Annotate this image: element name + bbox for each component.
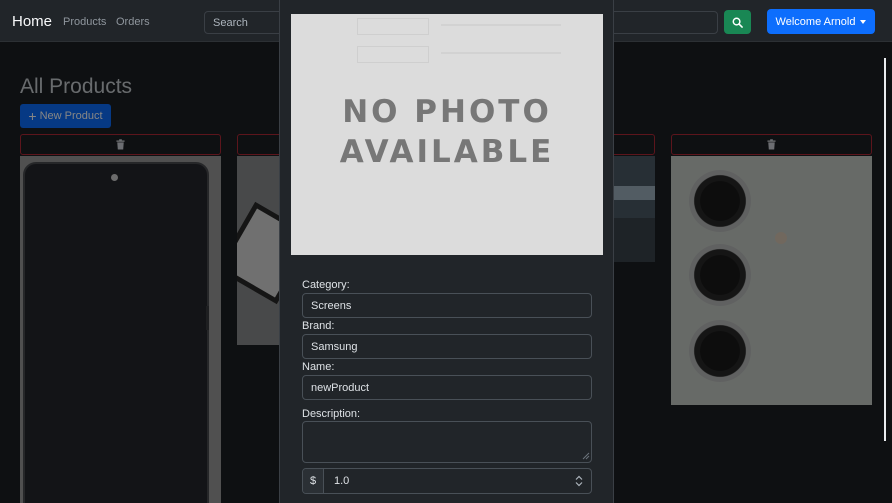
price-field[interactable] (325, 469, 571, 493)
user-menu-label: Welcome Arnold (775, 15, 856, 28)
nav-orders-link[interactable]: Orders (116, 16, 150, 28)
caret-down-icon (860, 19, 867, 24)
no-photo-text: NO PHOTO AVAILABLE (291, 92, 603, 172)
category-field[interactable] (302, 293, 592, 318)
scrollbar-track[interactable] (884, 58, 886, 441)
faded-form-decoration (357, 18, 429, 35)
name-label: Name: (302, 361, 335, 373)
faded-form-decoration (357, 46, 429, 63)
description-label: Description: (302, 408, 361, 420)
magnifier-icon (732, 17, 743, 28)
brand-field[interactable] (302, 334, 592, 359)
user-menu-dropdown[interactable]: Welcome Arnold (767, 9, 875, 34)
category-label: Category: (302, 279, 350, 291)
nav-home-link[interactable]: Home (12, 13, 52, 30)
no-photo-line: AVAILABLE (339, 134, 555, 170)
price-input-group: $ (302, 468, 592, 494)
faded-form-decoration (441, 24, 561, 26)
name-field[interactable] (302, 375, 592, 400)
no-photo-line: NO PHOTO (342, 94, 552, 130)
number-spinner-icon[interactable] (574, 475, 584, 487)
nav-products-link[interactable]: Products (63, 16, 106, 28)
product-photo-placeholder[interactable]: NO PHOTO AVAILABLE (291, 14, 603, 255)
brand-label: Brand: (302, 320, 335, 332)
edit-product-modal: NO PHOTO AVAILABLE Category: Brand: Name… (279, 0, 614, 503)
resize-grip-icon[interactable] (582, 452, 590, 460)
faded-form-decoration (441, 52, 561, 54)
currency-addon: $ (303, 469, 324, 493)
description-field[interactable] (302, 421, 592, 463)
search-button[interactable] (724, 10, 751, 34)
